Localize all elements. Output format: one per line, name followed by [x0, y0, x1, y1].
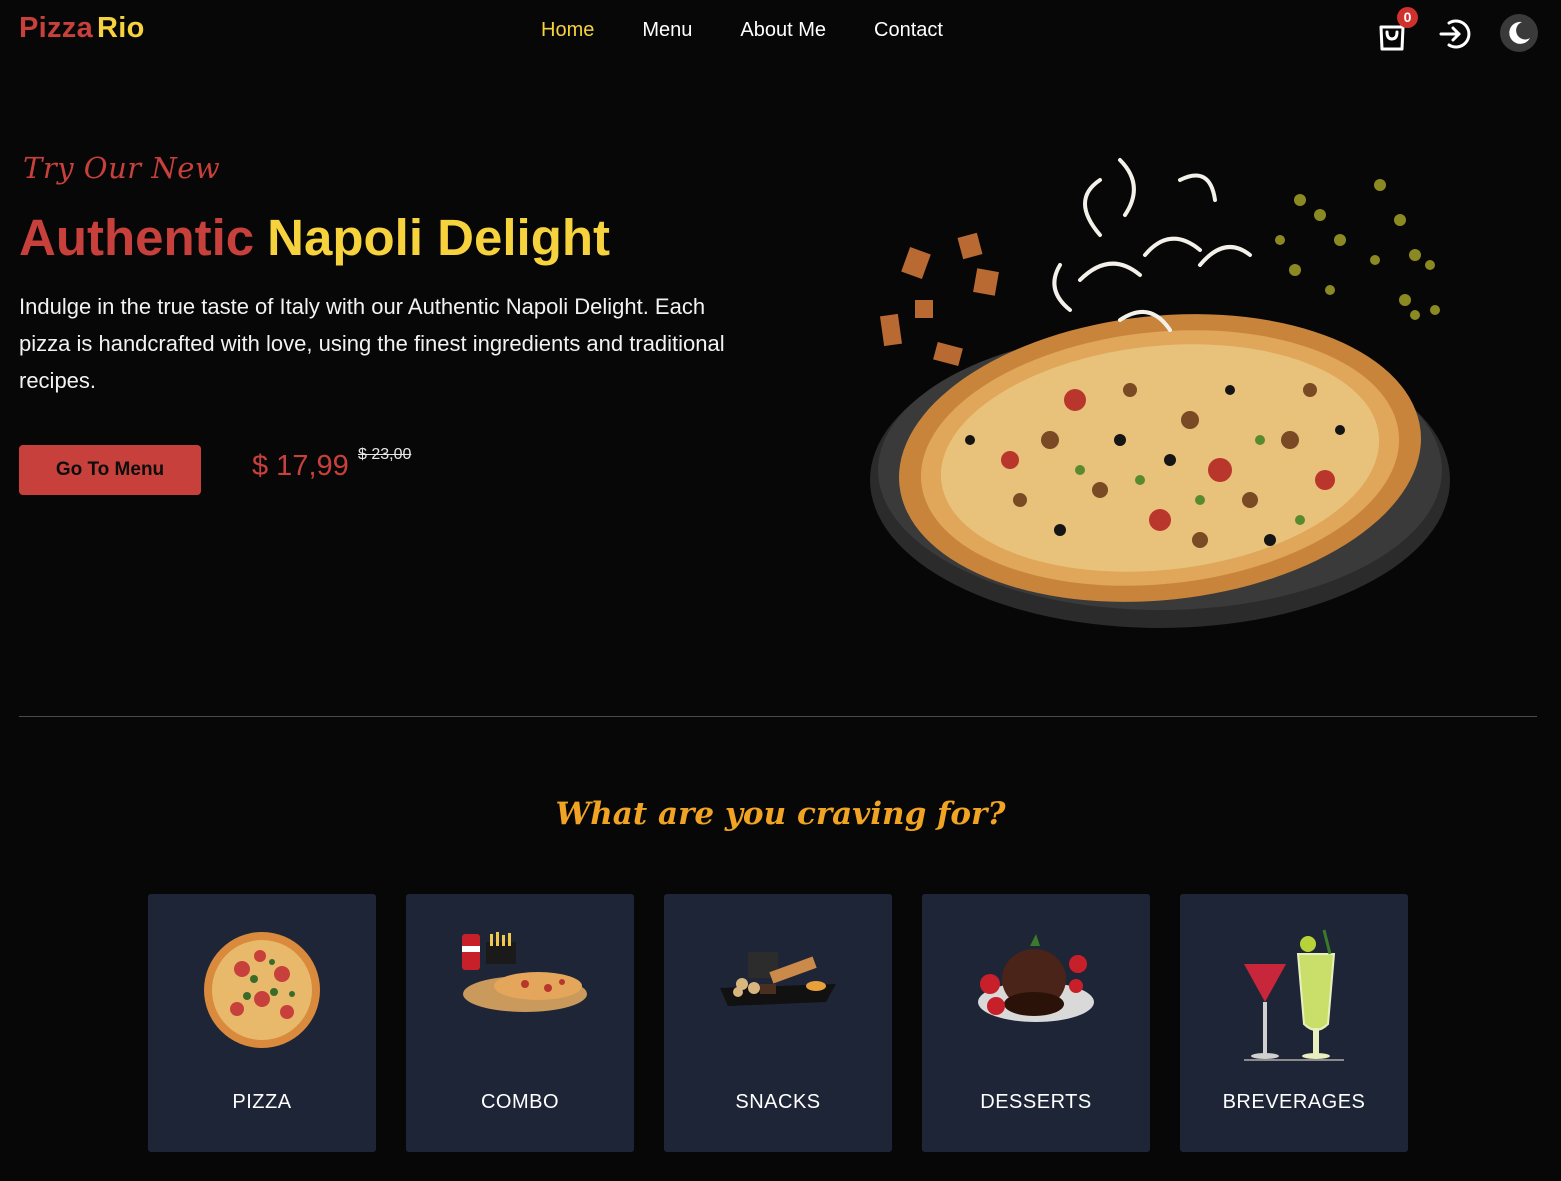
hero-pizza-image	[870, 158, 1450, 628]
login-icon	[1439, 19, 1471, 49]
login-button[interactable]	[1438, 17, 1472, 51]
category-label: DESSERTS	[980, 1091, 1092, 1113]
hero-tagline: Try Our New	[23, 151, 221, 185]
nav-icon-group: 0	[0, 7, 1561, 54]
hero-title: Authentic Napoli Delight	[19, 208, 610, 267]
snacks-image	[720, 952, 836, 1006]
category-card-combo[interactable]: COMBO	[406, 894, 634, 1152]
beverages-image	[1244, 929, 1344, 1061]
theme-toggle-button[interactable]	[1500, 14, 1538, 52]
category-list: PIZZA COMBO SNACKS DESSERTS BREVERAGES	[148, 894, 1408, 1152]
hero-description: Indulge in the true taste of Italy with …	[19, 294, 725, 393]
section-divider	[19, 716, 1537, 717]
category-label: PIZZA	[232, 1091, 292, 1113]
category-card-pizza[interactable]: PIZZA	[148, 894, 376, 1152]
hero-title-part1: Authentic	[19, 209, 255, 266]
category-label: SNACKS	[735, 1091, 821, 1113]
desserts-image	[978, 934, 1094, 1022]
combo-image	[462, 932, 587, 1012]
categories-title: What are you craving for?	[555, 796, 1006, 832]
navbar: Pizza Rio Home Menu About Me Contact 0	[0, 0, 1561, 62]
go-to-menu-button[interactable]: Go To Menu	[19, 445, 201, 495]
category-label: COMBO	[480, 1091, 560, 1113]
cart-count-badge: 0	[1397, 7, 1418, 28]
hero-title-part2: Napoli Delight	[267, 209, 610, 266]
category-card-beverages[interactable]: BREVERAGES	[1180, 894, 1408, 1152]
category-label: BREVERAGES	[1222, 1091, 1366, 1113]
category-card-snacks[interactable]: SNACKS	[664, 894, 892, 1152]
moon-icon	[1509, 21, 1530, 44]
current-price: $ 17,99	[252, 450, 349, 482]
pizza-image	[204, 932, 320, 1048]
old-price: $ 23,00	[358, 446, 412, 463]
category-card-desserts[interactable]: DESSERTS	[922, 894, 1150, 1152]
